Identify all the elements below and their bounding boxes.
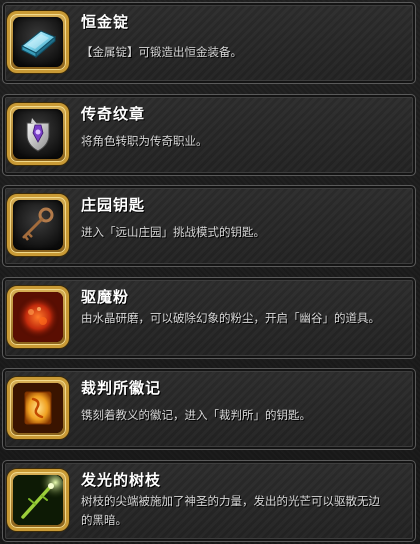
- item-card-glowing-branch[interactable]: 发光的树枝 树枝的尖端被施加了神圣的力量，发出的光芒可以驱散无边的黑暗。: [2, 460, 416, 542]
- item-title: 裁判所徽记: [81, 379, 162, 397]
- item-icon-frame: [7, 286, 69, 348]
- item-icon-frame: [7, 11, 69, 73]
- crest-icon: [13, 109, 63, 159]
- item-card-emblem[interactable]: 裁判所徽记 镌刻着教义的徽记，进入「裁判所」的钥匙。: [2, 368, 416, 450]
- item-description: 镌刻着教义的徽记，进入「裁判所」的钥匙。: [81, 408, 311, 422]
- item-icon-frame: [7, 469, 69, 531]
- item-title: 恒金锭: [81, 13, 130, 31]
- key-icon: [13, 200, 63, 250]
- item-icon-frame: [7, 194, 69, 256]
- item-description: 【金属锭】可锻造出恒金装备。: [81, 45, 242, 59]
- item-card-ingot[interactable]: 恒金锭 【金属锭】可锻造出恒金装备。: [2, 2, 416, 84]
- emblem-icon: [13, 383, 63, 433]
- powder-icon: [13, 292, 63, 342]
- item-title: 驱魔粉: [81, 288, 130, 306]
- item-description: 进入「远山庄园」挑战模式的钥匙。: [81, 225, 265, 239]
- item-card-crest[interactable]: 传奇纹章 将角色转职为传奇职业。: [2, 94, 416, 176]
- item-icon-frame: [7, 377, 69, 439]
- item-title: 传奇纹章: [81, 105, 146, 123]
- item-description: 由水晶研磨，可以破除幻象的粉尘，开启「幽谷」的道具。: [81, 311, 380, 325]
- ingot-icon: [13, 17, 63, 67]
- item-list: 恒金锭 【金属锭】可锻造出恒金装备。 传奇纹章 将角色转职为传奇职业。 庄园钥匙…: [0, 0, 420, 544]
- item-title: 庄园钥匙: [81, 196, 146, 214]
- item-icon-frame: [7, 103, 69, 165]
- item-card-key[interactable]: 庄园钥匙 进入「远山庄园」挑战模式的钥匙。: [2, 185, 416, 267]
- item-card-powder[interactable]: 驱魔粉 由水晶研磨，可以破除幻象的粉尘，开启「幽谷」的道具。: [2, 277, 416, 359]
- item-description: 树枝的尖端被施加了神圣的力量，发出的光芒可以驱散无边的黑暗。: [81, 494, 380, 527]
- item-description: 将角色转职为传奇职业。: [81, 134, 208, 148]
- item-title: 发光的树枝: [81, 471, 162, 489]
- glowing-branch-icon: [13, 475, 63, 525]
